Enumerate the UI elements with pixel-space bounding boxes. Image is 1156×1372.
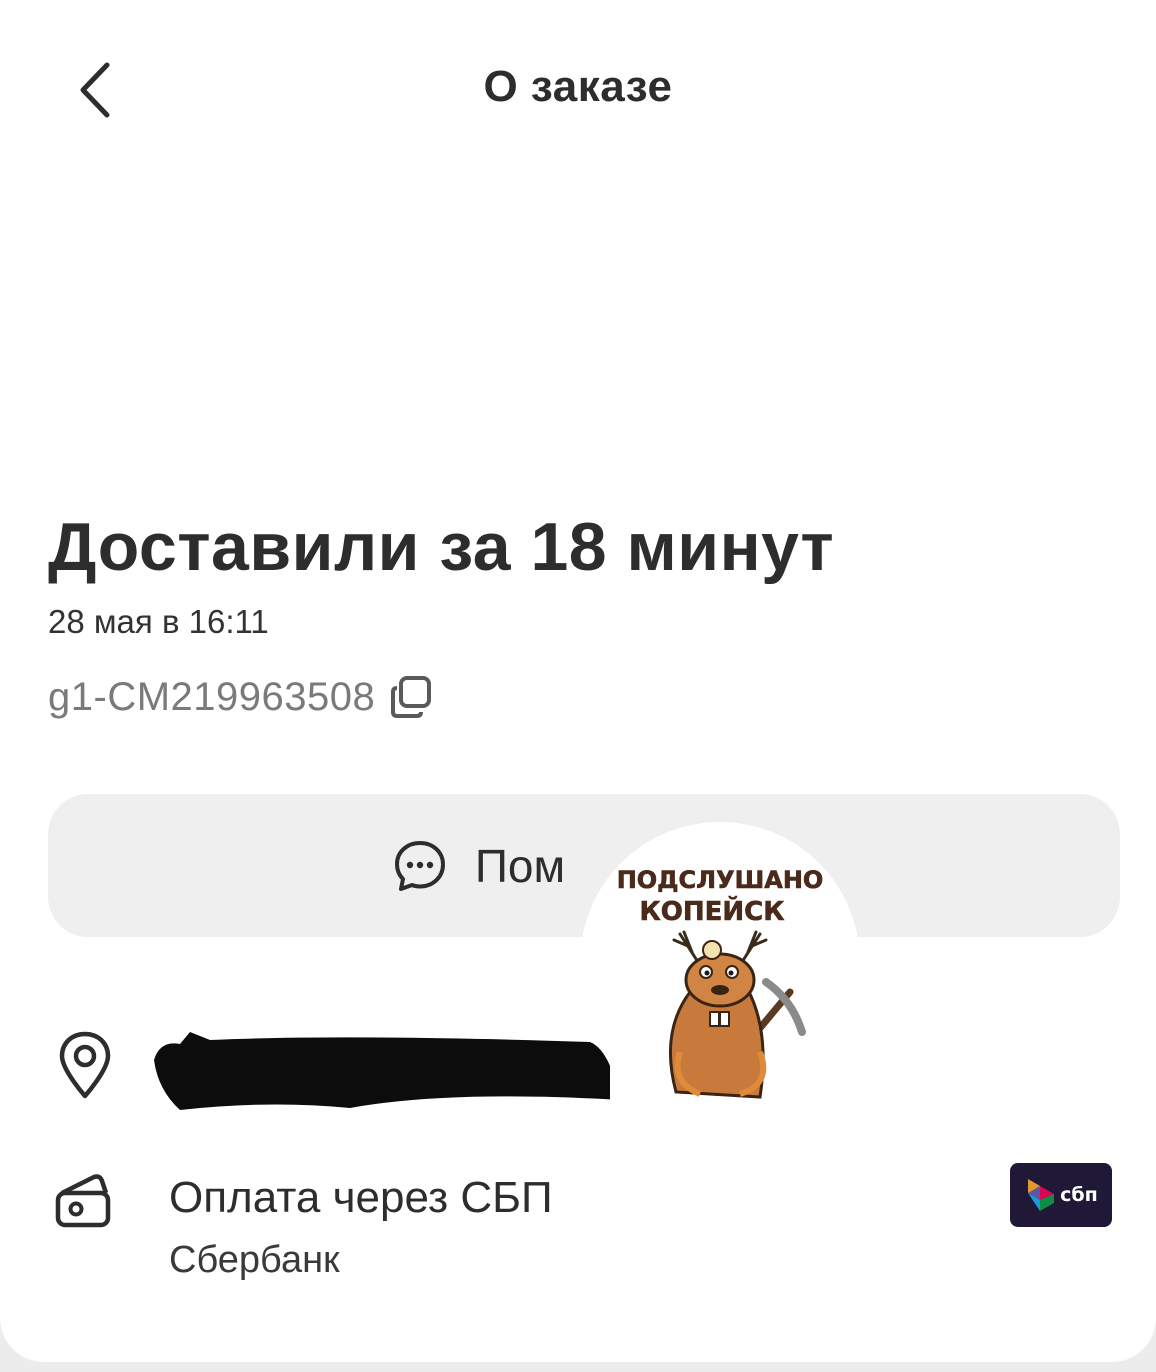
payment-row[interactable]: Оплата через СБП Сбербанк сбп [52,1163,1122,1295]
payment-method: Оплата через СБП [169,1173,553,1222]
location-pin-icon [59,1031,111,1099]
sbp-badge-label: сбп [1060,1184,1098,1206]
order-details-card: О заказе Доставили за 18 минут 28 мая в … [0,0,1156,1362]
order-id-row: g1-CM219963508 [48,674,435,720]
watermark-line2: КОПЕЙСК [640,895,785,927]
order-id: g1-CM219963508 [48,674,376,719]
delivery-date: 28 мая в 16:11 [48,603,269,640]
watermark-line1: ПОДСЛУШАНО [617,866,824,894]
delivery-status-title: Доставили за 18 минут [48,509,835,585]
payment-bank: Сбербанк [169,1239,340,1281]
sbp-logo-icon [1028,1179,1055,1211]
help-button-label: Пом [474,839,566,892]
copy-button[interactable] [389,674,435,720]
copy-icon [391,676,432,718]
redacted-address [154,1032,610,1110]
page-title: О заказе [483,62,673,111]
chat-bubble-icon [394,840,445,891]
sbp-badge: сбп [1010,1163,1112,1227]
wallet-icon [55,1174,111,1228]
